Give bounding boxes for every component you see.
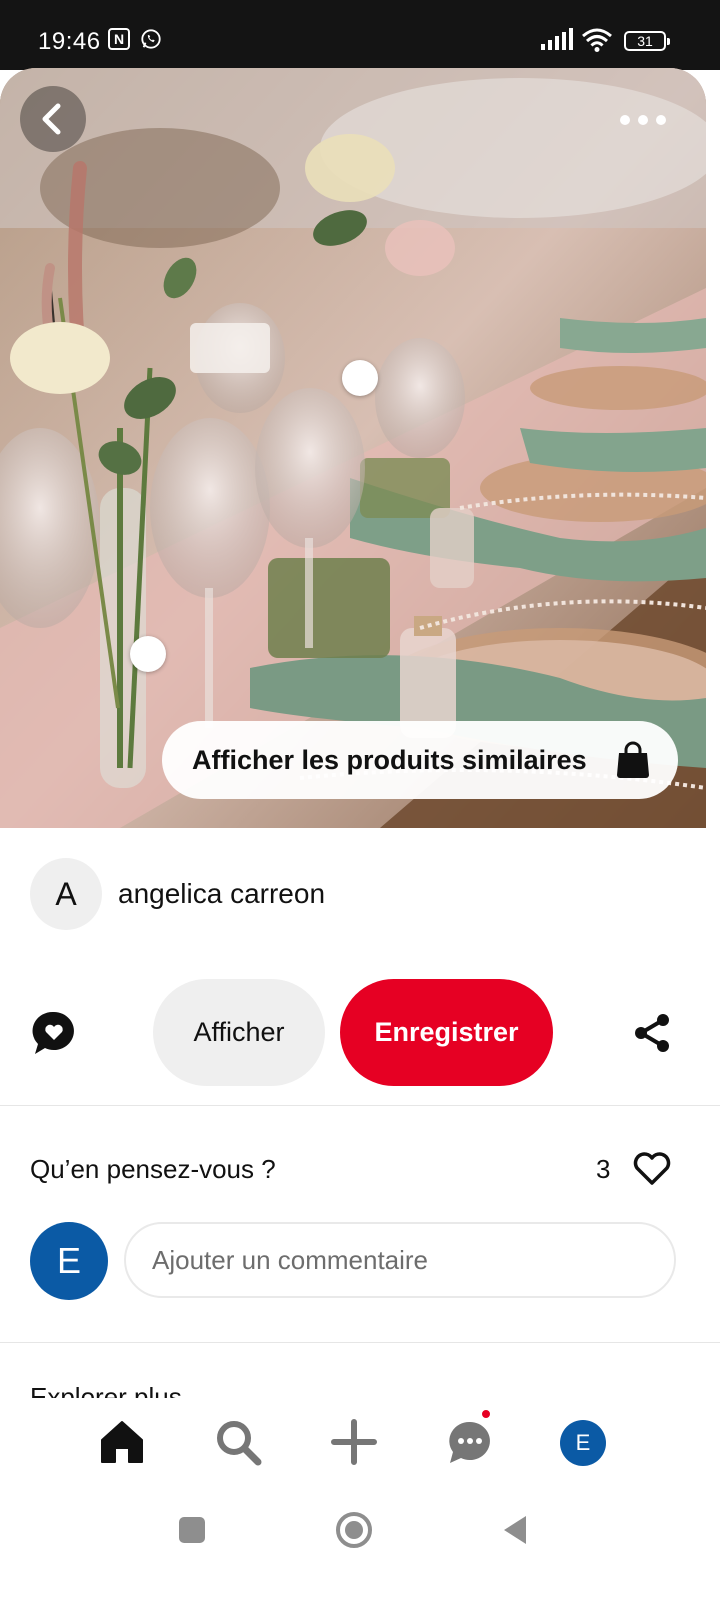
- table-setting-photo: [0, 68, 706, 828]
- back-arrow-icon: [42, 103, 61, 135]
- heart-icon[interactable]: [632, 1150, 672, 1186]
- section-heading-peek: Explorer plus: [30, 1386, 182, 1398]
- home-circle-icon[interactable]: [334, 1510, 374, 1550]
- home-icon[interactable]: [98, 1418, 146, 1466]
- author-avatar[interactable]: A: [30, 858, 102, 930]
- view-button[interactable]: Afficher: [153, 979, 325, 1086]
- nfc-icon: N: [108, 28, 130, 50]
- product-hotspot[interactable]: [342, 360, 378, 396]
- reaction-count: 3: [596, 1154, 611, 1184]
- signal-icon: [541, 28, 573, 50]
- plus-icon[interactable]: [330, 1418, 378, 1466]
- comment-heart-icon[interactable]: [32, 1010, 76, 1056]
- save-button[interactable]: Enregistrer: [340, 979, 553, 1086]
- shopping-bag-icon: [617, 741, 649, 778]
- comment-input[interactable]: [124, 1222, 676, 1298]
- profile-avatar[interactable]: E: [560, 1420, 606, 1466]
- author-name[interactable]: angelica carreon: [118, 878, 325, 910]
- status-time: 19:46: [38, 28, 101, 55]
- more-options-button[interactable]: [610, 100, 676, 140]
- comments-title: Qu’en pensez-vous ?: [30, 1154, 276, 1184]
- similar-products-button[interactable]: Afficher les produits similaires: [162, 721, 678, 799]
- divider: [0, 1342, 720, 1343]
- user-avatar: E: [30, 1222, 108, 1300]
- search-icon[interactable]: [214, 1418, 262, 1466]
- similar-products-label: Afficher les produits similaires: [192, 744, 587, 775]
- notification-dot: [480, 1408, 492, 1420]
- messages-icon[interactable]: [446, 1418, 494, 1466]
- pin-image[interactable]: [0, 68, 706, 828]
- system-nav: [0, 1484, 720, 1600]
- wifi-icon: [582, 28, 612, 52]
- bottom-nav: E: [0, 1400, 720, 1484]
- status-bar: 19:46 N 31: [0, 0, 720, 70]
- back-triangle-icon[interactable]: [496, 1510, 536, 1550]
- battery-icon: 31: [624, 31, 670, 51]
- back-button[interactable]: [20, 86, 86, 152]
- divider: [0, 1105, 720, 1106]
- whatsapp-icon: [141, 29, 161, 49]
- recents-icon[interactable]: [172, 1510, 212, 1550]
- more-options-icon: [620, 115, 666, 125]
- product-hotspot[interactable]: [130, 636, 166, 672]
- share-icon[interactable]: [632, 1012, 672, 1054]
